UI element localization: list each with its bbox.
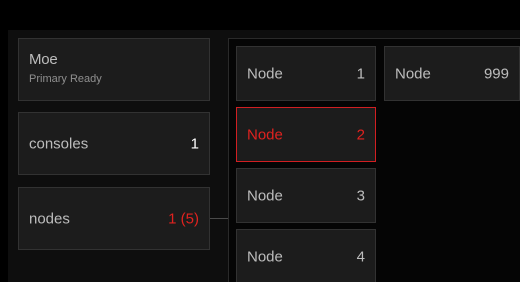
node-tile-4[interactable]: Node 4 bbox=[236, 229, 376, 282]
node-tile-1[interactable]: Node 1 bbox=[236, 46, 376, 101]
node-number: 4 bbox=[356, 248, 365, 265]
console-name: Moe bbox=[29, 51, 58, 68]
node-number: 2 bbox=[356, 126, 365, 143]
nodes-stat[interactable]: nodes 1 (5) bbox=[18, 187, 210, 250]
node-label: Node bbox=[247, 248, 283, 265]
node-tile-3[interactable]: Node 3 bbox=[236, 168, 376, 223]
node-number: 1 bbox=[356, 65, 365, 82]
node-tile-999[interactable]: Node 999 bbox=[384, 46, 520, 101]
node-tile-2[interactable]: Node 2 bbox=[236, 107, 376, 162]
node-number: 3 bbox=[356, 187, 365, 204]
consoles-count: 1 bbox=[190, 135, 199, 152]
consoles-label: consoles bbox=[29, 135, 89, 152]
consoles-stat[interactable]: consoles 1 bbox=[18, 112, 210, 175]
nodes-count: 1 (5) bbox=[168, 210, 199, 227]
node-label: Node bbox=[395, 65, 431, 82]
nodes-label: nodes bbox=[29, 210, 70, 227]
status-card[interactable]: Moe Primary Ready bbox=[18, 38, 210, 101]
node-label: Node bbox=[247, 126, 283, 143]
node-label: Node bbox=[247, 187, 283, 204]
screen: Moe Primary Ready consoles 1 nodes 1 (5)… bbox=[0, 0, 520, 282]
node-number: 999 bbox=[483, 65, 509, 82]
nodes-connector bbox=[210, 218, 228, 219]
console-status: Primary Ready bbox=[29, 73, 102, 85]
node-label: Node bbox=[247, 65, 283, 82]
